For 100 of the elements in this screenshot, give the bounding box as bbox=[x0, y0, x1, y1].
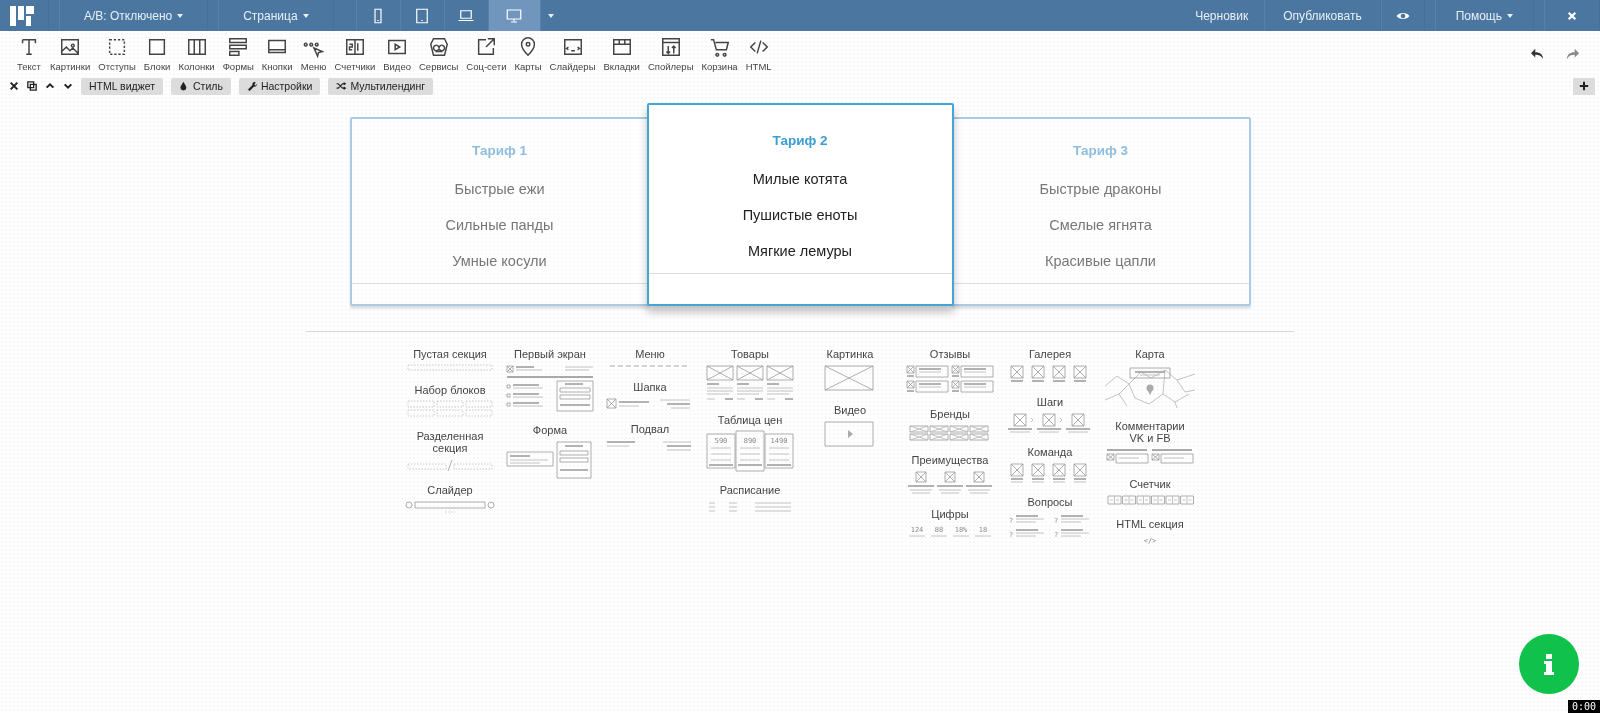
eye-icon bbox=[1395, 10, 1410, 21]
buttons-tool-button[interactable]: Кнопки bbox=[257, 35, 297, 72]
page-dropdown[interactable]: Страница bbox=[218, 0, 334, 31]
wireframe-drawing[interactable] bbox=[907, 471, 993, 494]
section-template-title[interactable]: Вопросы bbox=[1027, 496, 1073, 508]
wireframe-drawing[interactable] bbox=[1105, 367, 1195, 408]
cart-tool-button[interactable]: Корзина bbox=[697, 35, 742, 72]
tabs-tool-button[interactable]: Вкладки bbox=[599, 35, 644, 72]
wireframe-drawing[interactable] bbox=[407, 459, 493, 472]
section-template-title[interactable]: Цифры bbox=[931, 508, 969, 520]
section-template-title[interactable]: Меню bbox=[635, 348, 665, 360]
section-template-title[interactable]: HTML секция bbox=[1116, 518, 1184, 530]
spoilers-tool-button[interactable]: Спойлеры bbox=[643, 35, 698, 72]
columns-tool-button[interactable]: Колонки bbox=[174, 35, 219, 72]
wireframe-drawing[interactable] bbox=[824, 421, 874, 447]
chevron-down-icon[interactable] bbox=[63, 81, 73, 91]
wireframe-drawing[interactable] bbox=[824, 365, 874, 391]
style-button[interactable]: Стиль bbox=[171, 77, 231, 95]
caret-icon bbox=[302, 13, 309, 18]
section-template-title[interactable]: Карта bbox=[1135, 348, 1165, 360]
close-icon[interactable] bbox=[9, 81, 19, 91]
wireframe-drawing[interactable] bbox=[506, 365, 594, 412]
sliders-tool-button[interactable]: Слайдеры bbox=[545, 35, 600, 72]
section-template-title[interactable]: Бренды bbox=[930, 408, 970, 420]
wireframe-drawing[interactable] bbox=[407, 364, 493, 371]
desktop-view-button[interactable] bbox=[487, 0, 540, 31]
copy-icon[interactable] bbox=[27, 81, 37, 91]
text-tool-button[interactable]: Текст bbox=[12, 35, 46, 72]
wireframe-drawing[interactable] bbox=[708, 502, 792, 512]
plan-feature: Смелые ягнята bbox=[1048, 216, 1153, 235]
section-template-title[interactable]: Слайдер bbox=[427, 484, 473, 496]
section-template-title[interactable]: Комментарии VK и FB bbox=[1110, 420, 1190, 444]
preview-button[interactable] bbox=[1380, 0, 1425, 31]
wireframe-drawing[interactable] bbox=[405, 501, 495, 513]
plan-feature: Сильные панды bbox=[444, 216, 555, 235]
wireframe-drawing[interactable] bbox=[1007, 413, 1091, 433]
add-button[interactable] bbox=[1573, 77, 1595, 95]
multi-button[interactable]: Мультилендинг bbox=[328, 77, 434, 95]
plan-title: Тариф 1 bbox=[470, 142, 528, 160]
section-template-title[interactable]: Шапка bbox=[633, 381, 667, 393]
close-button[interactable] bbox=[1544, 0, 1600, 31]
services-tool-button[interactable]: Сервисы bbox=[415, 35, 463, 72]
wireframe-drawing[interactable] bbox=[506, 441, 592, 479]
wireframe-drawing[interactable] bbox=[906, 365, 994, 393]
section-template-title[interactable]: Команда bbox=[1027, 446, 1073, 458]
widget-title: HTML виджет bbox=[81, 77, 163, 95]
wireframe-drawing[interactable] bbox=[1010, 463, 1087, 483]
wireframe-drawing[interactable] bbox=[909, 425, 989, 441]
section-template-title[interactable]: Пустая секция bbox=[413, 348, 487, 360]
section-template-title[interactable]: Разделенная секция bbox=[410, 430, 490, 454]
wireframe-drawing[interactable] bbox=[1107, 495, 1194, 505]
maps-tool-button[interactable]: Карты bbox=[510, 35, 546, 72]
counters-tool-button[interactable]: Счетчики bbox=[330, 35, 380, 72]
timer: 0:00 bbox=[1567, 700, 1600, 713]
help-dropdown[interactable]: Помощь bbox=[1434, 0, 1534, 31]
plan-feature: Умные косули bbox=[451, 252, 548, 271]
blocks-tool-button[interactable]: Блоки bbox=[139, 35, 175, 72]
menu-tool-button[interactable]: Меню bbox=[296, 35, 331, 72]
section-template-title[interactable]: Видео bbox=[833, 404, 867, 416]
section-template-title[interactable]: Преимущества bbox=[911, 454, 989, 466]
drop-icon bbox=[179, 80, 190, 92]
social-tool-button[interactable]: Соц-сети bbox=[462, 35, 511, 72]
section-template-title[interactable]: Товары bbox=[731, 348, 769, 360]
info-icon bbox=[1543, 652, 1555, 676]
section-template-title[interactable]: Счетчик bbox=[1129, 478, 1171, 490]
settings-button[interactable]: Настройки bbox=[238, 77, 321, 95]
section-template-title[interactable]: Шаги bbox=[1036, 396, 1064, 408]
redo-icon[interactable] bbox=[1566, 47, 1580, 60]
wireframe-drawing[interactable] bbox=[706, 365, 794, 400]
wireframe-drawing[interactable] bbox=[1010, 365, 1087, 382]
section-template-title[interactable]: Расписание bbox=[719, 484, 781, 496]
publish-button[interactable]: Опубликовать bbox=[1264, 0, 1381, 31]
wireframe-drawing[interactable] bbox=[706, 430, 794, 472]
wireframe-drawing[interactable] bbox=[407, 400, 493, 417]
plan-feature: Быстрые драконы bbox=[1038, 180, 1163, 199]
section-template-title[interactable]: Первый экран bbox=[514, 348, 586, 360]
section-template-title[interactable]: Отзывы bbox=[929, 348, 971, 360]
section-template-title[interactable]: Таблица цен bbox=[717, 414, 783, 426]
plan-feature: Красивые цапли bbox=[1044, 252, 1157, 271]
chevron-up-icon[interactable] bbox=[45, 81, 55, 91]
undo-icon[interactable] bbox=[1530, 47, 1544, 60]
info-button[interactable] bbox=[1519, 634, 1579, 694]
forms-tool-button[interactable]: Формы bbox=[218, 35, 258, 72]
html-tool-button[interactable]: HTML bbox=[741, 35, 776, 72]
images-tool-button[interactable]: Картинки bbox=[46, 35, 95, 72]
ab-test-dropdown[interactable]: А/В: Отключено bbox=[59, 0, 209, 31]
section-template-title[interactable]: Картинка bbox=[826, 348, 874, 360]
section-template-title[interactable]: Подвал bbox=[630, 423, 670, 435]
padding-tool-button[interactable]: Отступы bbox=[94, 35, 140, 72]
form-icon bbox=[227, 35, 250, 58]
section-template-title[interactable]: Галерея bbox=[1028, 348, 1072, 360]
section-template-title[interactable]: Набор блоков bbox=[414, 384, 486, 396]
wireframe-drawing[interactable] bbox=[606, 398, 691, 409]
wireframe-drawing[interactable] bbox=[606, 441, 692, 451]
section-template-title[interactable]: Форма bbox=[532, 424, 568, 436]
draft-status: Черновик bbox=[1194, 7, 1250, 25]
wireframe-drawing[interactable] bbox=[1106, 449, 1194, 464]
caret-icon bbox=[1507, 13, 1513, 18]
wireframe-drawing[interactable] bbox=[1015, 515, 1090, 537]
video-tool-button[interactable]: Видео bbox=[379, 35, 415, 72]
